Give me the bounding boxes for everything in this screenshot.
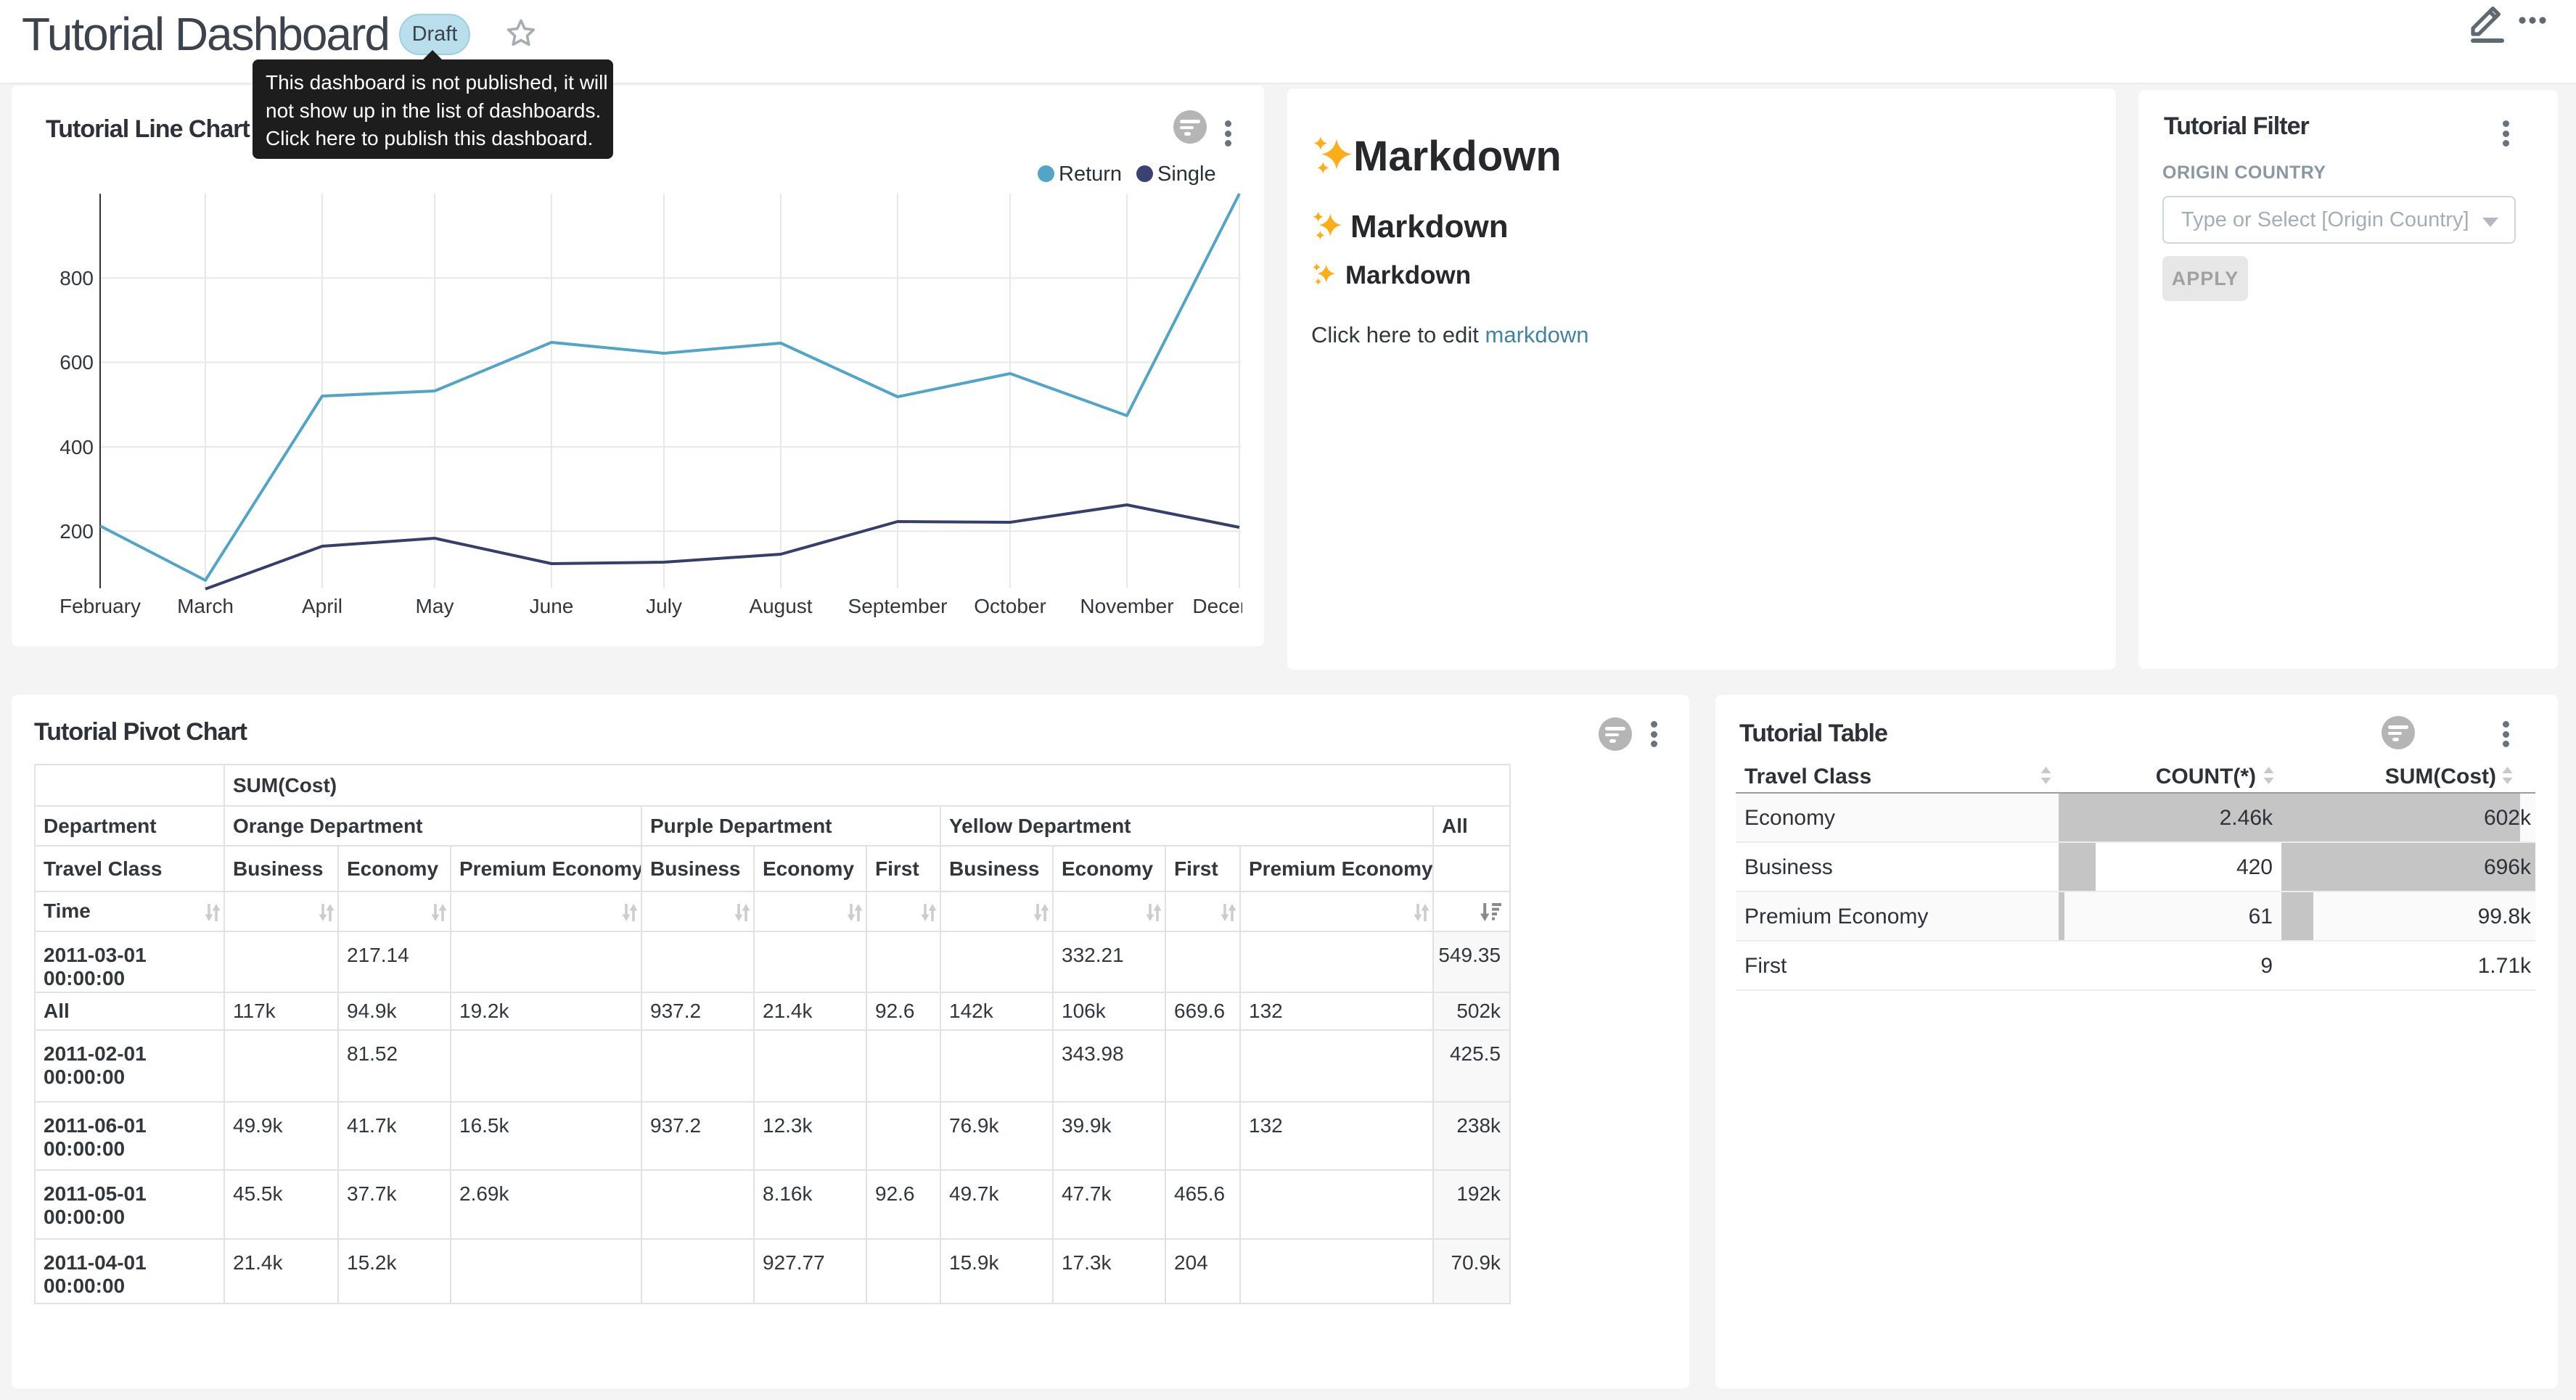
svg-text:September: September <box>848 595 948 617</box>
svg-text:March: March <box>177 595 234 617</box>
svg-text:May: May <box>416 595 454 617</box>
svg-text:200: 200 <box>60 520 94 543</box>
svg-text:April: April <box>302 595 342 617</box>
svg-text:February: February <box>60 595 141 617</box>
svg-text:December: December <box>1192 595 1242 617</box>
svg-text:600: 600 <box>60 351 94 374</box>
svg-text:July: July <box>646 595 682 617</box>
svg-text:400: 400 <box>60 436 94 458</box>
svg-text:November: November <box>1080 595 1173 617</box>
svg-text:June: June <box>530 595 574 617</box>
svg-text:800: 800 <box>60 267 94 289</box>
svg-text:October: October <box>974 595 1046 617</box>
svg-text:August: August <box>749 595 812 617</box>
